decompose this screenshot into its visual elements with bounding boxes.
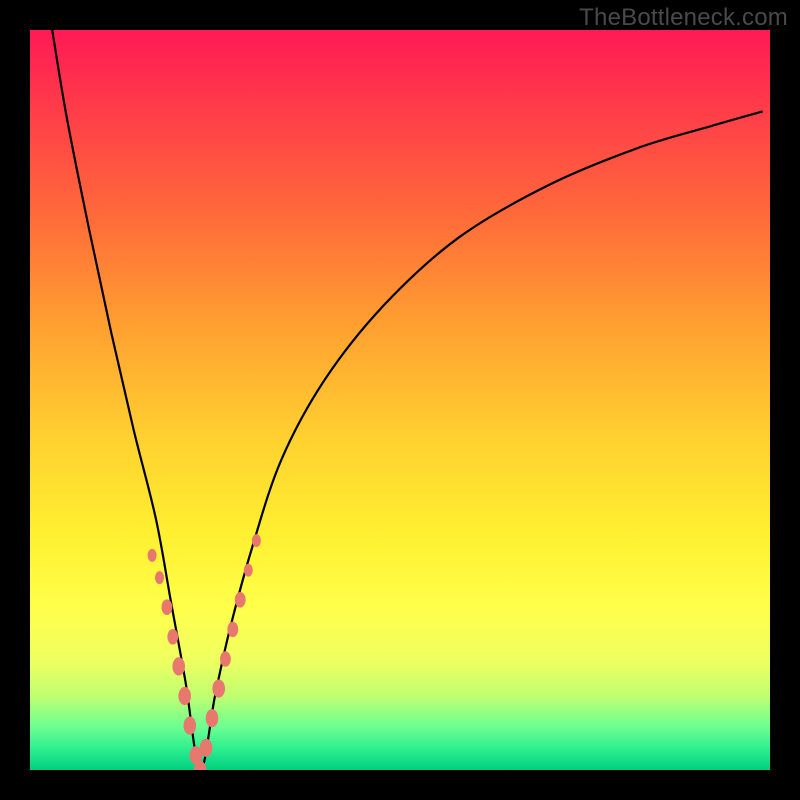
highlighted-point xyxy=(184,717,197,735)
highlighted-point xyxy=(235,592,246,608)
highlighted-point xyxy=(162,599,173,615)
highlighted-point xyxy=(244,564,253,577)
highlighted-point xyxy=(148,549,157,562)
watermark-text: TheBottleneck.com xyxy=(579,4,788,32)
highlighted-point xyxy=(206,709,219,727)
highlighted-point xyxy=(200,739,213,757)
highlighted-point xyxy=(167,629,178,645)
highlighted-point xyxy=(178,687,191,705)
highlighted-point xyxy=(220,651,231,667)
highlighted-point xyxy=(252,534,261,547)
bottleneck-curve xyxy=(52,30,762,770)
highlighted-point xyxy=(212,680,225,698)
highlighted-point xyxy=(155,571,164,584)
highlighted-point xyxy=(172,657,185,675)
chart-frame: TheBottleneck.com xyxy=(0,0,800,800)
plot-area xyxy=(30,30,770,770)
curve-svg xyxy=(30,30,770,770)
highlighted-point xyxy=(227,622,238,638)
